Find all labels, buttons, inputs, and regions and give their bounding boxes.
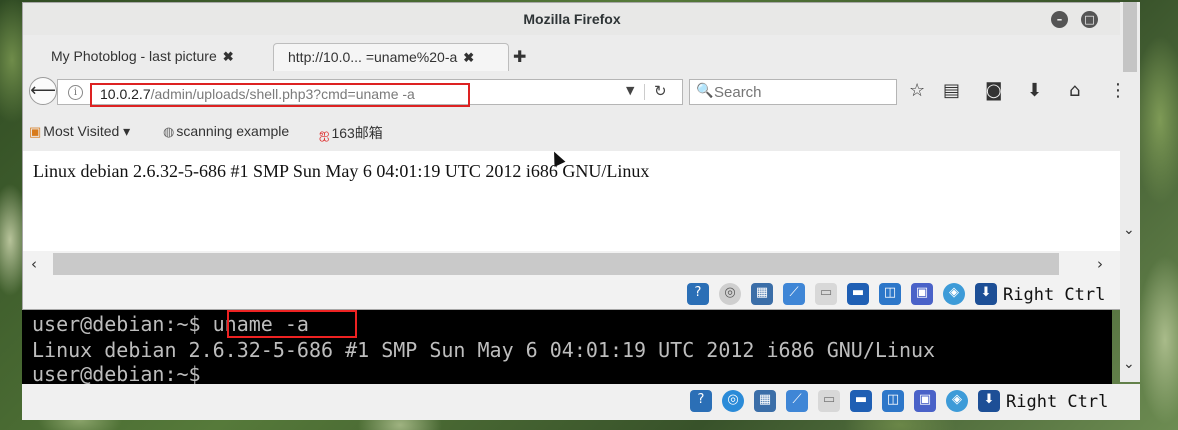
chevron-down-icon[interactable]: ⌄	[1123, 222, 1135, 238]
chevron-down-icon[interactable]: ⌄	[1123, 356, 1135, 372]
command-highlight-box	[227, 310, 357, 338]
usb-icon[interactable]: ⟋	[783, 283, 805, 305]
host-key-label: Right Ctrl	[1003, 285, 1106, 305]
vertical-scrollbar[interactable]: ⌄ ⌄	[1120, 2, 1140, 382]
network-icon[interactable]: ▦	[751, 283, 773, 305]
network-icon[interactable]: ▦	[754, 390, 776, 412]
tab-label: My Photoblog - last picture	[51, 48, 217, 64]
vm-status-bar-bottom: ? ◎ ▦ ⟋ ▭ ▬ ◫ ▣ ◈ ⬇ Right Ctrl	[22, 384, 1140, 420]
vm-status-icons: ? ◎ ▦ ⟋ ▭ ▬ ◫ ▣ ◈ ⬇ Right Ctrl	[687, 283, 1127, 307]
tab-photoblog[interactable]: My Photoblog - last picture ✖	[37, 43, 269, 71]
scroll-thumb[interactable]	[1123, 2, 1137, 72]
help-icon[interactable]: ?	[687, 283, 709, 305]
help-icon[interactable]: ?	[690, 390, 712, 412]
terminal-line-prompt: user@debian:~$ _	[32, 362, 225, 384]
scroll-left-icon[interactable]: ‹	[31, 255, 37, 273]
display-icon[interactable]: ▬	[850, 390, 872, 412]
scroll-track[interactable]	[53, 253, 1059, 275]
tab-active-shell[interactable]: http://10.0... =uname%20-a ✖	[273, 43, 509, 71]
video-capture-icon[interactable]: ◫	[882, 390, 904, 412]
bookmarks-toolbar: ▣ Most Visited ▾ ◍ scanning example ஐ 163邮箱	[23, 119, 1121, 147]
bookmark-star-icon[interactable]: ☆	[909, 82, 925, 100]
site-info-icon[interactable]: i	[68, 85, 83, 100]
usb-icon[interactable]: ⟋	[786, 390, 808, 412]
page-content: Linux debian 2.6.32-5-686 #1 SMP Sun May…	[23, 151, 1121, 251]
bookmark-scanning-example[interactable]: ◍ scanning example	[163, 123, 289, 140]
display-icon[interactable]: ▬	[847, 283, 869, 305]
tab-bar: My Photoblog - last picture ✖ http://10.0…	[23, 39, 1121, 71]
maximize-button[interactable]: □	[1081, 11, 1098, 28]
reload-icon[interactable]: ↻	[654, 82, 667, 100]
folder-icon: ▣	[29, 124, 42, 139]
optical-disk-icon[interactable]: ◎	[719, 283, 741, 305]
cpu-icon[interactable]: ▣	[914, 390, 936, 412]
bookmark-label: Most Visited ▾	[43, 123, 131, 139]
terminal-line-output: Linux debian 2.6.32-5-686 #1 SMP Sun May…	[32, 338, 936, 362]
url-host: 10.0.2.7	[100, 86, 151, 102]
close-tab-icon[interactable]: ✖	[223, 49, 234, 64]
tab-label: http://10.0... =uname%20-a	[288, 49, 458, 65]
reading-list-icon[interactable]: ▤	[943, 82, 960, 100]
vm-terminal[interactable]: user@debian:~$ uname -a Linux debian 2.6…	[22, 310, 1112, 384]
new-tab-icon[interactable]: ✚	[513, 47, 526, 66]
cpu-icon[interactable]: ▣	[911, 283, 933, 305]
chevron-down-icon[interactable]: ▼	[626, 84, 634, 97]
mail-logo-icon: ஐ	[319, 126, 330, 141]
url-path: /admin/uploads/shell.php3?cmd=uname -a	[150, 86, 415, 102]
video-capture-icon[interactable]: ◫	[879, 283, 901, 305]
home-icon[interactable]: ⌂	[1069, 82, 1080, 100]
globe-icon: ◍	[163, 124, 175, 139]
url-separator	[644, 84, 645, 100]
close-tab-icon[interactable]: ✖	[463, 50, 474, 65]
keyboard-arrow-icon[interactable]: ⬇	[978, 390, 1000, 412]
vm-status-icons: ? ◎ ▦ ⟋ ▭ ▬ ◫ ▣ ◈ ⬇ Right Ctrl	[690, 390, 1130, 414]
url-highlight-box[interactable]: 10.0.2.7/admin/uploads/shell.php3?cmd=un…	[90, 83, 470, 107]
mouse-integration-icon[interactable]: ◈	[943, 283, 965, 305]
horizontal-scrollbar[interactable]: ‹ ›	[23, 251, 1121, 277]
search-bar[interactable]: 🔍	[689, 79, 897, 105]
keyboard-arrow-icon[interactable]: ⬇	[975, 283, 997, 305]
bookmark-163-mail[interactable]: ஐ 163邮箱	[319, 123, 383, 143]
navigation-bar: ⟵ i 10.0.2.7/admin/uploads/shell.php3?cm…	[23, 73, 1127, 111]
back-button[interactable]: ⟵	[29, 77, 57, 105]
mouse-integration-icon[interactable]: ◈	[946, 390, 968, 412]
scroll-right-icon[interactable]: ›	[1097, 255, 1103, 273]
window-title: Mozilla Firefox	[523, 11, 621, 27]
pocket-icon[interactable]: ◙	[985, 82, 1002, 100]
host-key-label: Right Ctrl	[1006, 392, 1109, 412]
title-bar: Mozilla Firefox – □	[23, 3, 1121, 35]
url-bar[interactable]: i 10.0.2.7/admin/uploads/shell.php3?cmd=…	[57, 79, 683, 107]
search-icon: 🔍	[696, 83, 714, 99]
firefox-window: Mozilla Firefox – □ My Photoblog - last …	[22, 2, 1127, 310]
optical-disk-icon[interactable]: ◎	[722, 390, 744, 412]
terminal-prompt: user@debian:~$	[32, 312, 201, 336]
bookmark-label: 163邮箱	[331, 125, 383, 141]
download-icon[interactable]: ⬇	[1027, 82, 1042, 100]
vm-status-bar-top: ? ◎ ▦ ⟋ ▭ ▬ ◫ ▣ ◈ ⬇ Right Ctrl	[23, 277, 1121, 309]
minimize-button[interactable]: –	[1051, 11, 1068, 28]
search-input[interactable]	[714, 83, 890, 102]
shared-folder-icon[interactable]: ▭	[818, 390, 840, 412]
shared-folder-icon[interactable]: ▭	[815, 283, 837, 305]
bookmark-most-visited[interactable]: ▣ Most Visited ▾	[29, 123, 130, 140]
bookmark-label: scanning example	[176, 123, 290, 139]
